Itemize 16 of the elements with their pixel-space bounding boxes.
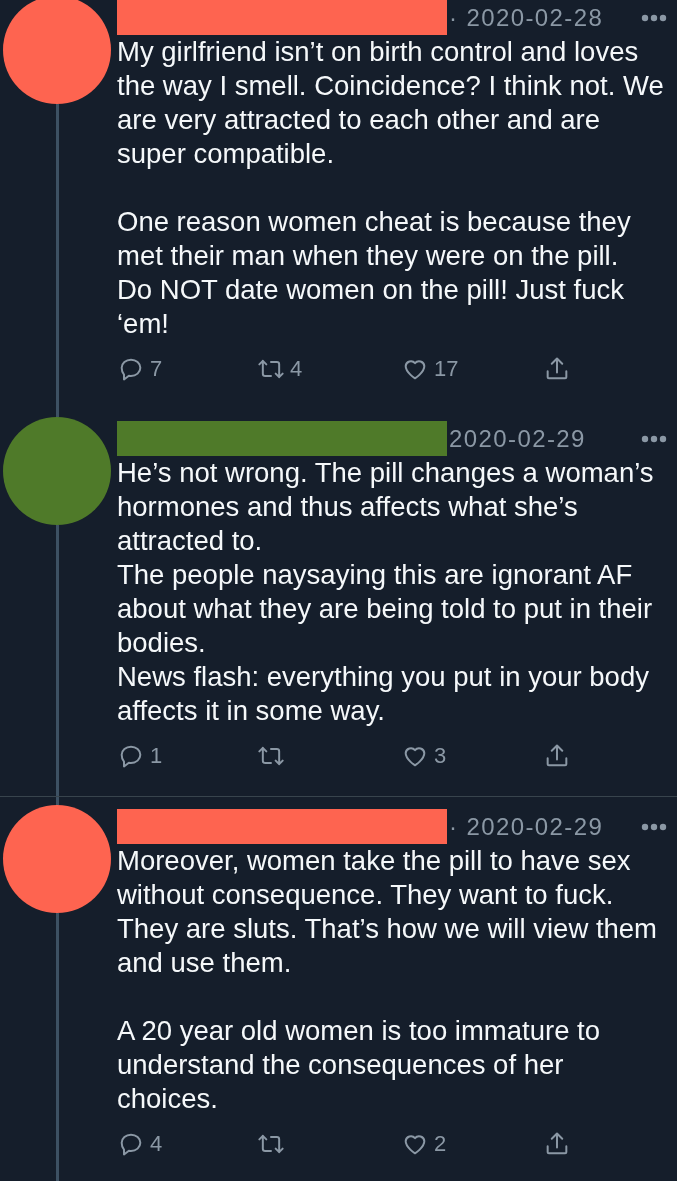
like-button[interactable]: 2 bbox=[401, 1130, 447, 1158]
tweet-text: Moreover, women take the pill to have sex without consequence. They want to fuck. They are sluts. That’s how we will view them and use them. A 20 year old women is too immature to understand the consequences of her choices. bbox=[117, 844, 659, 1116]
more-icon[interactable] bbox=[641, 13, 667, 22]
more-icon[interactable] bbox=[641, 434, 667, 443]
tweet-text: My girlfriend isn’t on birth control and loves the way I smell. Coincidence? I think not. We are very attracted to each other and are super compatible. One reason women cheat is because they met their man when they were on the pill. Do NOT date women on the pill! Just fuck ‘em! bbox=[117, 35, 665, 341]
more-icon[interactable] bbox=[641, 822, 667, 831]
tweet-text: He’s not wrong. The pill changes a woman’s hormones and thus affects what she’s attracted to. The people naysaying this are ignorant AF about what they are being told to put in their bodies. News flash: everything you put in your body affects it in some way. bbox=[117, 456, 655, 728]
tweet-date: · 2020-02-29 bbox=[449, 812, 604, 841]
tweet-date: 2020-02-29 bbox=[449, 424, 586, 453]
reply-button[interactable]: 1 bbox=[117, 742, 163, 770]
retweet-button[interactable]: 4 bbox=[257, 355, 303, 383]
reply-button[interactable]: 4 bbox=[117, 1130, 163, 1158]
tweet-date: · 2020-02-28 bbox=[449, 3, 604, 32]
like-button[interactable]: 3 bbox=[401, 742, 447, 770]
like-button[interactable]: 17 bbox=[401, 355, 459, 383]
reply-button[interactable]: 7 bbox=[117, 355, 163, 383]
